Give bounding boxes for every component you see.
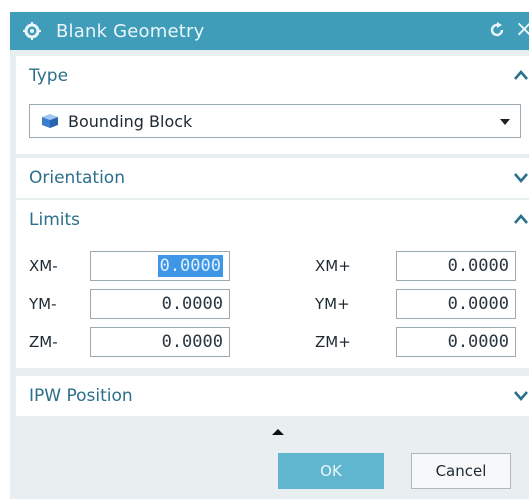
expand-chevron-icon[interactable] — [513, 170, 529, 184]
zm-minus-label: ZM- — [29, 333, 58, 351]
zm-minus-value: 0.0000 — [161, 332, 223, 352]
cancel-button[interactable]: Cancel — [411, 453, 511, 489]
collapse-chevron-icon[interactable] — [513, 212, 529, 226]
limits-section-header[interactable]: Limits — [16, 200, 529, 240]
more-options-arrow-icon[interactable] — [272, 429, 284, 435]
zm-plus-field[interactable]: 0.0000 — [396, 327, 516, 357]
limits-row-y-plus: YM+ 0.0000 — [302, 288, 516, 320]
gear-icon — [22, 21, 42, 41]
ym-minus-field[interactable]: 0.0000 — [90, 289, 230, 319]
ym-minus-label: YM- — [29, 295, 57, 313]
ym-plus-field[interactable]: 0.0000 — [396, 289, 516, 319]
ipw-position-section-label: IPW Position — [29, 386, 133, 406]
type-section: Type Bounding Block — [16, 56, 529, 154]
type-section-header[interactable]: Type — [16, 56, 529, 96]
orientation-section-header[interactable]: Orientation — [16, 158, 529, 198]
dialog-title-bar: Blank Geometry × — [10, 12, 529, 50]
xm-plus-value: 0.0000 — [447, 256, 509, 276]
limits-row-x-plus: XM+ 0.0000 — [302, 250, 516, 282]
dropdown-arrow-icon[interactable] — [500, 119, 510, 125]
zm-plus-label: ZM+ — [315, 333, 351, 351]
limits-row-z-plus: ZM+ 0.0000 — [302, 326, 516, 358]
ym-plus-value: 0.0000 — [447, 294, 509, 314]
type-dropdown-value: Bounding Block — [68, 111, 193, 131]
collapse-chevron-icon[interactable] — [513, 68, 529, 82]
orientation-section: Orientation — [16, 158, 529, 198]
type-section-label: Type — [29, 66, 69, 86]
limits-row-y: YM- 0.0000 — [16, 288, 230, 320]
dialog-title: Blank Geometry — [56, 20, 205, 42]
type-dropdown[interactable]: Bounding Block — [29, 104, 521, 138]
ym-plus-label: YM+ — [315, 295, 350, 313]
ym-minus-value: 0.0000 — [161, 294, 223, 314]
limits-section: Limits XM- 0.0000 XM+ 0.0000 YM- 0.0000 … — [16, 200, 529, 368]
limits-row-x: XM- 0.0000 — [16, 250, 230, 282]
reset-icon[interactable] — [487, 20, 507, 40]
close-icon[interactable]: × — [515, 17, 529, 43]
ipw-position-section-header[interactable]: IPW Position — [16, 376, 529, 416]
orientation-section-label: Orientation — [29, 168, 125, 188]
xm-minus-value: 0.0000 — [157, 255, 223, 277]
zm-minus-field[interactable]: 0.0000 — [90, 327, 230, 357]
limits-row-z: ZM- 0.0000 — [16, 326, 230, 358]
zm-plus-value: 0.0000 — [447, 332, 509, 352]
limits-section-label: Limits — [29, 210, 80, 230]
xm-minus-field[interactable]: 0.0000 — [90, 251, 230, 281]
xm-plus-field[interactable]: 0.0000 — [396, 251, 516, 281]
xm-minus-label: XM- — [29, 257, 58, 275]
xm-plus-label: XM+ — [315, 257, 351, 275]
cube-icon — [42, 114, 58, 128]
ok-button[interactable]: OK — [278, 453, 384, 489]
dialog-body: Type Bounding Block Orientation Limits X… — [10, 50, 529, 499]
ipw-position-section: IPW Position — [16, 376, 529, 416]
expand-chevron-icon[interactable] — [513, 388, 529, 402]
